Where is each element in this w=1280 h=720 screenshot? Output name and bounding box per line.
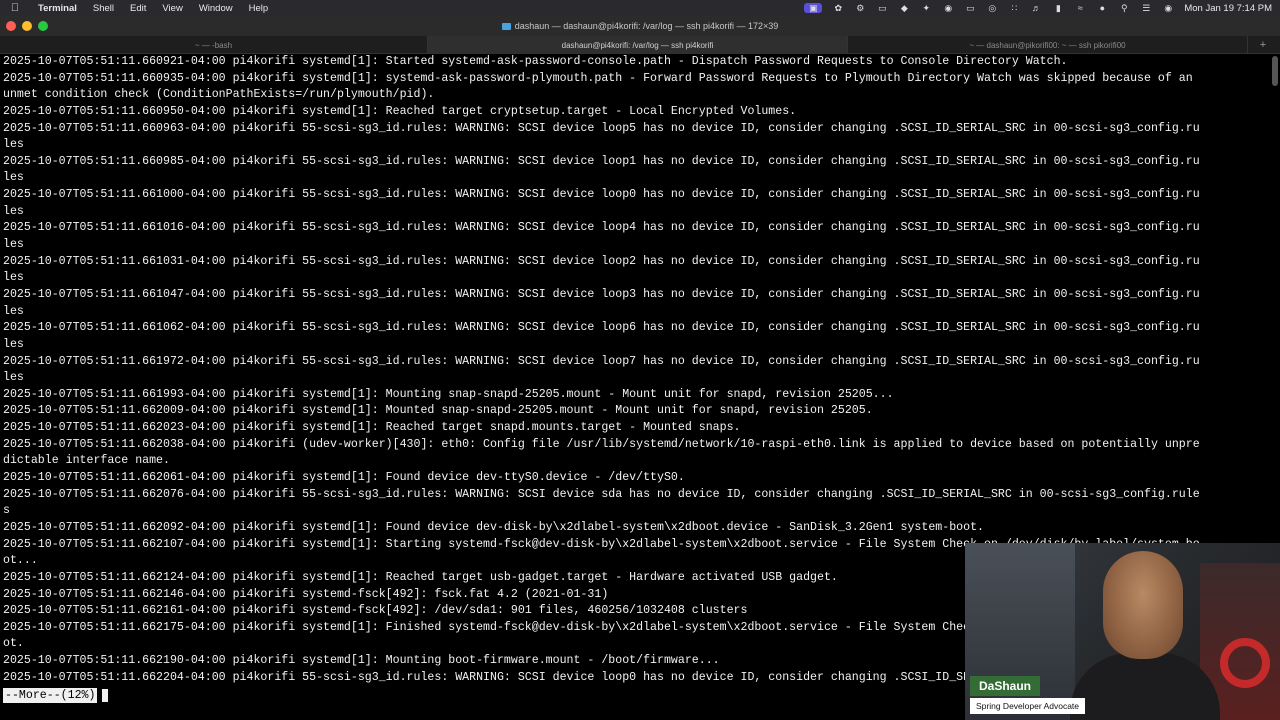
terminal-line: unmet condition check (ConditionPathExis… — [3, 88, 435, 102]
terminal-line: 2025-10-07T05:51:11.662023-04:00 pi4kori… — [3, 421, 741, 435]
tab-pikorifi00[interactable]: ~ — dashaun@pikorifi00: ~ — ssh pikorifi… — [848, 36, 1248, 54]
menu-help[interactable]: Help — [241, 3, 277, 14]
terminal-line: les — [3, 138, 24, 152]
terminal-line: 2025-10-07T05:51:11.662009-04:00 pi4kori… — [3, 404, 873, 418]
display-icon[interactable]: ▭ — [964, 3, 976, 13]
terminal-line: 2025-10-07T05:51:11.660935-04:00 pi4kori… — [3, 71, 1193, 85]
shield-icon[interactable]: ◆ — [898, 3, 910, 13]
terminal-line: 2025-10-07T05:51:11.661047-04:00 pi4kori… — [3, 287, 1200, 301]
tab-bash[interactable]: ~ — -bash — [0, 36, 428, 54]
presenter-role: Spring Developer Advocate — [970, 698, 1086, 714]
control-center-icon[interactable]: ☰ — [1140, 3, 1152, 13]
tab-bar: ~ — -bash dashaun@pi4korifi: /var/log — … — [0, 36, 1280, 54]
menu-bar:  Terminal Shell Edit View Window Help ▣… — [0, 0, 1280, 16]
terminal-line: 2025-10-07T05:51:11.661972-04:00 pi4kori… — [3, 354, 1200, 368]
terminal-line: s — [3, 504, 10, 518]
zoom-button[interactable] — [38, 21, 48, 31]
clipboard-icon[interactable]: ▭ — [876, 3, 888, 13]
battery-icon[interactable]: ▮ — [1052, 3, 1064, 13]
terminal-line: les — [3, 271, 24, 285]
tab-pi4korifi[interactable]: dashaun@pi4korifi: /var/log — ssh pi4kor… — [428, 36, 848, 54]
status-area: ▣ ✿ ⚙ ▭ ◆ ✦ ◉ ▭ ◎ ∷ ♬ ▮ ≈ ● ⚲ ☰ ◉ Mon Ja… — [804, 0, 1280, 16]
terminal-line: les — [3, 337, 24, 351]
terminal-line: 2025-10-07T05:51:11.661031-04:00 pi4kori… — [3, 254, 1200, 268]
terminal-line: 2025-10-07T05:51:11.661062-04:00 pi4kori… — [3, 321, 1200, 335]
feather-icon[interactable]: ✦ — [920, 3, 932, 13]
presenter-name: DaShaun — [970, 676, 1041, 696]
minimize-button[interactable] — [22, 21, 32, 31]
window-title: dashaun — dashaun@pi4korifi: /var/log — … — [501, 21, 779, 31]
screen-share-icon[interactable]: ▣ — [804, 3, 823, 13]
presenter-head — [1103, 551, 1183, 659]
presenter-namecard: DaShaun Spring Developer Advocate — [970, 676, 1086, 714]
menu-window[interactable]: Window — [191, 3, 241, 14]
grid-icon[interactable]: ∷ — [1008, 3, 1020, 13]
gear-icon[interactable]: ⚙ — [854, 3, 866, 13]
webcam-red-object — [1220, 638, 1270, 688]
menu-clock[interactable]: Mon Jan 19 7:14 PM — [1184, 3, 1272, 14]
new-tab-button[interactable]: + — [1248, 36, 1278, 53]
terminal-line: 2025-10-07T05:51:11.662038-04:00 pi4kori… — [3, 437, 1200, 451]
menu-edit[interactable]: Edit — [122, 3, 154, 14]
search-icon[interactable]: ⚲ — [1118, 3, 1130, 13]
close-button[interactable] — [6, 21, 16, 31]
terminal-line: 2025-10-07T05:51:11.662092-04:00 pi4kori… — [3, 520, 984, 534]
menu-app-terminal[interactable]: Terminal — [30, 3, 85, 14]
terminal-cursor — [102, 689, 108, 702]
terminal-line: 2025-10-07T05:51:11.662076-04:00 pi4kori… — [3, 487, 1200, 501]
terminal-line: les — [3, 304, 24, 318]
scrollbar-thumb[interactable] — [1272, 56, 1278, 86]
terminal-line: 2025-10-07T05:51:11.661993-04:00 pi4kori… — [3, 387, 894, 401]
terminal-line: les — [3, 204, 24, 218]
window-title-text: dashaun — dashaun@pi4korifi: /var/log — … — [514, 21, 779, 31]
apple-menu-icon[interactable]:  — [0, 2, 30, 14]
pager-prompt: --More--(12%) — [3, 688, 98, 703]
terminal-line: 2025-10-07T05:51:11.662061-04:00 pi4kori… — [3, 471, 685, 485]
terminal-line: dictable interface name. — [3, 454, 170, 468]
menu-shell[interactable]: Shell — [85, 3, 122, 14]
window-controls — [6, 21, 48, 31]
menu-view[interactable]: View — [154, 3, 190, 14]
folder-icon — [501, 22, 511, 30]
terminal-line: les — [3, 371, 24, 385]
terminal-line: les — [3, 238, 24, 252]
terminal-line: 2025-10-07T05:51:11.661016-04:00 pi4kori… — [3, 221, 1200, 235]
record-icon[interactable]: ◉ — [942, 3, 954, 13]
terminal-line: 2025-10-07T05:51:11.660921-04:00 pi4kori… — [3, 55, 1068, 68]
user-icon[interactable]: ● — [1096, 3, 1108, 13]
terminal-line: 2025-10-07T05:51:11.660963-04:00 pi4kori… — [3, 121, 1200, 135]
window-titlebar[interactable]: dashaun — dashaun@pi4korifi: /var/log — … — [0, 16, 1280, 36]
tab-label: dashaun@pi4korifi: /var/log — ssh pi4kor… — [561, 40, 714, 50]
presenter-body — [1070, 653, 1220, 720]
bug-icon[interactable]: ✿ — [832, 3, 844, 13]
volume-icon[interactable]: ♬ — [1030, 3, 1042, 13]
tab-label: ~ — -bash — [194, 40, 233, 50]
terminal-line: 2025-10-07T05:51:11.660950-04:00 pi4kori… — [3, 104, 797, 118]
tab-label: ~ — dashaun@pikorifi00: ~ — ssh pikorifi… — [969, 40, 1126, 50]
siri-icon[interactable]: ◉ — [1162, 3, 1174, 13]
terminal-line: 2025-10-07T05:51:11.661000-04:00 pi4kori… — [3, 188, 1200, 202]
wifi-icon[interactable]: ≈ — [1074, 3, 1086, 13]
terminal-line: 2025-10-07T05:51:11.660985-04:00 pi4kori… — [3, 154, 1200, 168]
terminal-line: les — [3, 171, 24, 185]
globe-icon[interactable]: ◎ — [986, 3, 998, 13]
